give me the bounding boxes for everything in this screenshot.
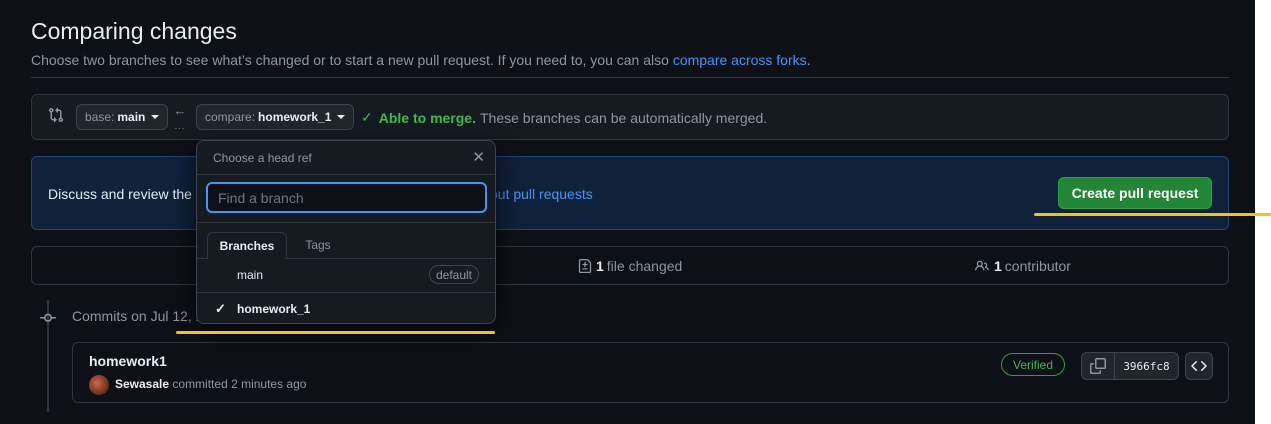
file-diff-icon — [578, 259, 592, 273]
compare-branch-button[interactable]: compare: homework_1 — [196, 104, 355, 130]
head-ref-dropdown: Choose a head ref ✕ Branches Tags main d… — [196, 140, 496, 324]
files-changed-stat[interactable]: 1 file changed — [578, 258, 682, 274]
base-value: main — [117, 110, 146, 124]
subtitle-text: Choose two branches to see what’s change… — [31, 52, 673, 68]
learn-pull-requests-link[interactable]: out pull requests — [490, 186, 593, 202]
merge-ok-text: Able to merge. — [378, 109, 476, 126]
merge-text: These branches can be automatically merg… — [479, 109, 768, 126]
info-text: Discuss and review the c — [48, 186, 203, 202]
branch-name: homework_1 — [237, 302, 311, 316]
check-icon: ✓ — [361, 109, 373, 125]
tab-tags[interactable]: Tags — [297, 232, 339, 258]
close-icon[interactable]: ✕ — [472, 148, 485, 166]
compare-across-forks-link[interactable]: compare across forks — [673, 52, 807, 68]
commits-date-heading: Commits on Jul 12, 2 — [72, 308, 204, 324]
files-label: file changed — [606, 258, 683, 274]
commit-meta: Sewasale committed 2 minutes ago — [115, 377, 306, 391]
arrow-left-icon: ←... — [173, 103, 187, 132]
check-icon: ✓ — [215, 301, 226, 316]
files-count: 1 — [596, 258, 604, 274]
commit-title-link[interactable]: homework1 — [89, 353, 167, 369]
branch-name: main — [237, 268, 264, 282]
branch-item-homework-1[interactable]: ✓ homework_1 — [197, 292, 495, 326]
create-pull-request-button[interactable]: Create pull request — [1058, 177, 1212, 209]
branch-search-input[interactable] — [206, 182, 487, 213]
caret-down-icon — [337, 115, 346, 119]
base-branch-button[interactable]: base: main — [76, 104, 169, 130]
avatar[interactable] — [89, 375, 109, 395]
compare-label: compare: — [205, 110, 256, 124]
tab-branches[interactable]: Branches — [207, 232, 287, 259]
annotation-underline — [176, 331, 495, 334]
git-commit-icon — [40, 310, 56, 326]
merge-status: ✓ Able to merge. These branches can be a… — [361, 109, 767, 126]
browse-repo-button[interactable] — [1185, 352, 1213, 380]
git-compare-icon — [49, 107, 64, 123]
commit-author-link[interactable]: Sewasale — [115, 377, 169, 391]
copy-icon — [1090, 358, 1106, 374]
verified-badge[interactable]: Verified — [1001, 353, 1065, 376]
commit-meta-text: committed 2 minutes ago — [172, 377, 307, 391]
commit-sha-group: 3966fc8 — [1081, 352, 1179, 380]
app-window: Comparing changes Choose two branches to… — [0, 0, 1255, 424]
dropdown-title: Choose a head ref — [213, 151, 312, 165]
header-divider — [31, 77, 1229, 78]
subtitle-end: . — [806, 52, 811, 68]
annotation-underline — [1034, 213, 1271, 216]
contributors-count: 1 — [994, 258, 1002, 274]
dropdown-divider — [197, 174, 495, 175]
contributors-label: contributor — [1004, 258, 1071, 274]
page-subtitle: Choose two branches to see what’s change… — [31, 52, 811, 68]
dropdown-divider — [197, 222, 495, 223]
commit-sha-link[interactable]: 3966fc8 — [1115, 353, 1178, 379]
default-badge: default — [428, 265, 479, 284]
copy-sha-button[interactable] — [1082, 353, 1115, 379]
people-icon — [975, 260, 989, 271]
base-label: base: — [85, 110, 115, 124]
branch-item-main[interactable]: main default — [197, 258, 495, 292]
code-icon — [1191, 360, 1207, 372]
caret-down-icon — [151, 115, 160, 119]
contributors-stat[interactable]: 1 contributor — [974, 258, 1071, 274]
page-title: Comparing changes — [31, 18, 237, 44]
compare-value: homework_1 — [258, 110, 332, 124]
